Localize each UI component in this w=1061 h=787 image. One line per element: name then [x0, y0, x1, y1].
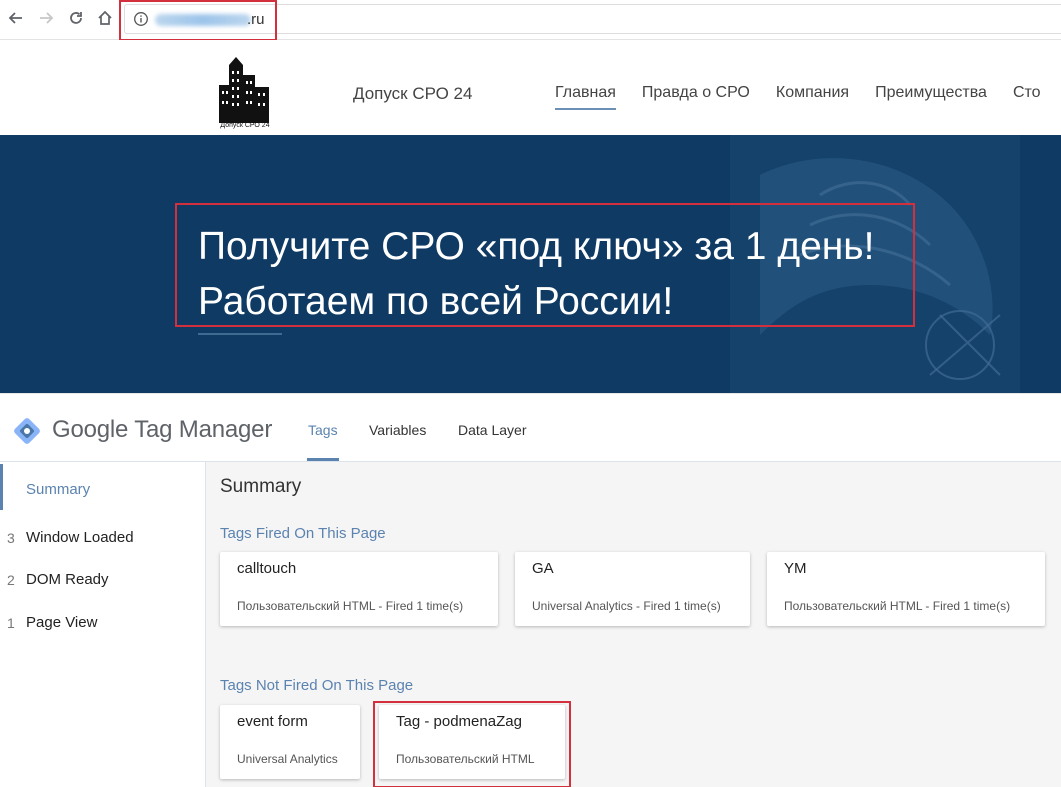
site-header: Допуск СРО 24 Допуск СРО 24 Главная Прав…: [0, 40, 1061, 135]
tag-card-calltouch[interactable]: calltouch Пользовательский HTML - Fired …: [220, 552, 498, 626]
event-number: 2: [7, 572, 15, 588]
info-icon[interactable]: [133, 11, 149, 27]
gtm-topbar: Google Tag Manager Tags Variables Data L…: [0, 394, 1061, 462]
tag-name: Tag - podmenaZag: [396, 713, 522, 730]
url-text: .ru: [247, 11, 265, 28]
tag-description: Universal Analytics: [237, 752, 338, 766]
home-icon: [98, 10, 112, 25]
fired-section-title: Tags Fired On This Page: [220, 525, 386, 542]
menu-item-home[interactable]: Главная: [555, 84, 616, 110]
event-label: Window Loaded: [26, 529, 134, 546]
sidebar-item-summary[interactable]: Summary: [0, 464, 205, 510]
site-menu: Главная Правда о СРО Компания Преимущест…: [555, 84, 1061, 110]
summary-title: Summary: [220, 476, 302, 497]
tag-card-ym[interactable]: YM Пользовательский HTML - Fired 1 time(…: [767, 552, 1045, 626]
tab-variables[interactable]: Variables: [369, 422, 426, 438]
event-number: 3: [7, 530, 15, 546]
reload-button[interactable]: [65, 7, 87, 29]
tag-name: event form: [237, 713, 308, 730]
buildings-logo-icon[interactable]: [215, 52, 273, 132]
event-label: Page View: [26, 614, 98, 631]
sidebar-item-page-view[interactable]: 1 Page View: [0, 609, 205, 639]
gtm-title: Google Tag Manager: [52, 416, 273, 443]
address-bar[interactable]: .ru: [124, 4, 1061, 34]
gtm-logo-icon: [14, 418, 40, 444]
back-button[interactable]: [5, 7, 27, 29]
hero-underline: [198, 333, 282, 335]
menu-item-company[interactable]: Компания: [776, 84, 849, 102]
event-number: 1: [7, 615, 15, 631]
tag-name: YM: [784, 560, 807, 577]
reload-icon: [70, 12, 82, 24]
tag-card-ga[interactable]: GA Universal Analytics - Fired 1 time(s): [515, 552, 750, 626]
tag-description: Пользовательский HTML - Fired 1 time(s): [784, 599, 1011, 613]
gtm-main-content: Summary Tags Fired On This Page calltouc…: [206, 462, 1061, 787]
gtm-preview-panel: Google Tag Manager Tags Variables Data L…: [0, 393, 1061, 787]
menu-item-cost[interactable]: Сто: [1013, 84, 1041, 102]
logo-caption: Допуск СРО 24: [220, 122, 270, 129]
sidebar-summary-label: Summary: [26, 481, 91, 498]
home-button[interactable]: [94, 7, 116, 29]
event-label: DOM Ready: [26, 571, 109, 588]
tag-name: calltouch: [237, 560, 297, 577]
tag-description: Пользовательский HTML: [396, 752, 535, 766]
tab-data-layer[interactable]: Data Layer: [458, 422, 526, 438]
browser-toolbar: .ru: [0, 0, 1061, 41]
not-fired-section-title: Tags Not Fired On This Page: [220, 677, 414, 694]
tag-description: Universal Analytics - Fired 1 time(s): [532, 599, 721, 613]
tag-card-podmenazag[interactable]: Tag - podmenaZag Пользовательский HTML: [379, 705, 565, 779]
tag-card-event-form[interactable]: event form Universal Analytics: [220, 705, 360, 779]
arrow-left-icon: [8, 12, 22, 24]
tab-tags[interactable]: Tags: [307, 422, 339, 461]
menu-item-advantages[interactable]: Преимущества: [875, 84, 987, 102]
hero-headline: Получите СРО «под ключ» за 1 день! Работ…: [198, 219, 874, 329]
sidebar-item-window-loaded[interactable]: 3 Window Loaded: [0, 524, 205, 554]
menu-item-truth[interactable]: Правда о СРО: [642, 84, 750, 102]
tag-description: Пользовательский HTML - Fired 1 time(s): [237, 599, 464, 613]
hero-line-1: Получите СРО «под ключ» за 1 день!: [198, 225, 875, 268]
url-redacted-domain: [155, 14, 251, 26]
site-brand[interactable]: Допуск СРО 24: [353, 84, 472, 104]
hero-line-2: Работаем по всей России!: [198, 280, 674, 323]
arrow-right-icon: [40, 12, 54, 24]
forward-button[interactable]: [35, 7, 57, 29]
gtm-sidebar: Summary 3 Window Loaded 2 DOM Ready 1 Pa…: [0, 462, 206, 787]
hero-banner: Получите СРО «под ключ» за 1 день! Работ…: [0, 135, 1061, 393]
sidebar-item-dom-ready[interactable]: 2 DOM Ready: [0, 566, 205, 596]
tag-name: GA: [532, 560, 554, 577]
